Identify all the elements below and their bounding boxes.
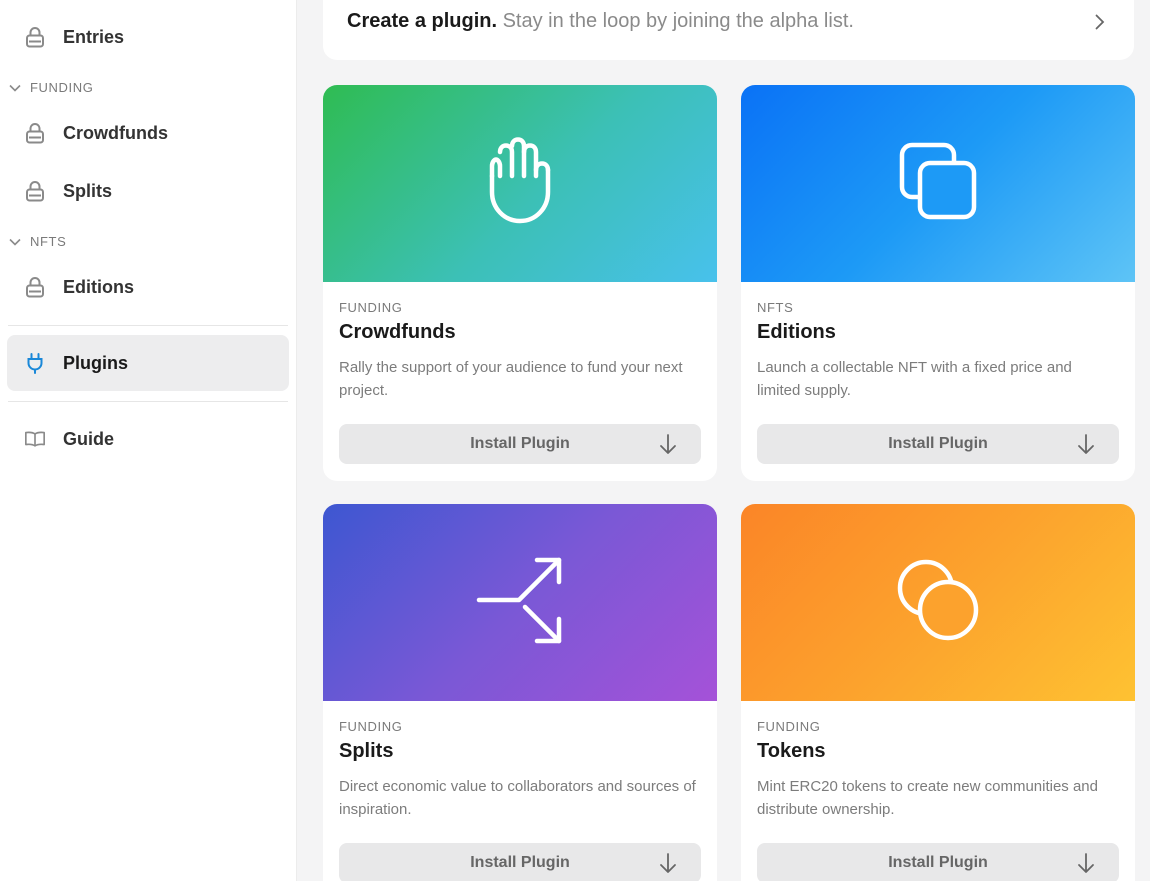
card-title: Editions <box>757 321 836 343</box>
card-category: FUNDING <box>339 719 403 734</box>
card-description: Rally the support of your audience to fu… <box>339 359 683 399</box>
banner-text: Create a plugin. Stay in the loop by joi… <box>347 10 854 33</box>
card-title: Splits <box>339 740 394 762</box>
sidebar-divider <box>8 401 288 402</box>
chevron-down-icon <box>9 82 21 94</box>
banner-subtitle: Stay in the loop by joining the alpha li… <box>502 10 854 32</box>
plugin-card-crowdfunds: FUNDING Crowdfunds Rally the support of … <box>323 85 717 481</box>
section-label: FUNDING <box>30 80 94 95</box>
sidebar-item-plugins[interactable]: Plugins <box>7 335 289 391</box>
section-nfts[interactable]: NFTS <box>9 234 66 249</box>
sidebar-item-label: Editions <box>63 276 134 297</box>
plug-icon <box>24 352 46 374</box>
install-plugin-button[interactable]: Install Plugin <box>757 424 1119 464</box>
arrow-down-icon <box>657 433 679 455</box>
install-plugin-button[interactable]: Install Plugin <box>339 424 701 464</box>
sidebar-item-guide[interactable]: Guide <box>7 411 289 467</box>
plugin-card-splits: FUNDING Splits Direct economic value to … <box>323 504 717 881</box>
plugin-card-tokens: FUNDING Tokens Mint ERC20 tokens to crea… <box>741 504 1135 881</box>
arrow-down-icon <box>1075 852 1097 874</box>
split-arrows-icon <box>475 555 565 650</box>
arrow-down-icon <box>1075 433 1097 455</box>
install-button-label: Install Plugin <box>888 435 988 452</box>
sidebar-item-label: Splits <box>63 180 113 201</box>
chevron-right-icon <box>1090 13 1108 31</box>
card-category: FUNDING <box>757 719 821 734</box>
card-hero <box>741 504 1135 701</box>
coins-icon <box>896 558 980 647</box>
install-button-label: Install Plugin <box>470 854 570 871</box>
raised-hand-icon <box>480 136 560 231</box>
lock-icon <box>24 180 46 202</box>
create-plugin-banner[interactable]: Create a plugin. Stay in the loop by joi… <box>323 0 1134 60</box>
card-description: Mint ERC20 tokens to create new communit… <box>757 778 1098 818</box>
sidebar-item-entries[interactable]: Entries <box>7 9 289 65</box>
plugin-card-editions: NFTS Editions Launch a collectable NFT w… <box>741 85 1135 481</box>
lock-icon <box>24 26 46 48</box>
sidebar-item-splits[interactable]: Splits <box>7 163 289 219</box>
card-hero <box>741 85 1135 282</box>
sidebar-item-label: Crowdfunds <box>63 122 168 143</box>
banner-title: Create a plugin. <box>347 10 498 32</box>
sidebar-item-label: Plugins <box>63 352 129 373</box>
install-plugin-button[interactable]: Install Plugin <box>757 843 1119 881</box>
sidebar-item-label: Guide <box>63 428 115 449</box>
card-hero <box>323 85 717 282</box>
section-funding[interactable]: FUNDING <box>9 80 93 95</box>
book-icon <box>24 428 46 450</box>
card-description: Direct economic value to collaborators a… <box>339 778 696 818</box>
sidebar: Entries FUNDING Crowdfunds Splits NFTS E… <box>0 0 297 881</box>
sidebar-item-crowdfunds[interactable]: Crowdfunds <box>7 105 289 161</box>
lock-icon <box>24 122 46 144</box>
sidebar-item-label: Entries <box>63 26 125 47</box>
chevron-down-icon <box>9 236 21 248</box>
lock-icon <box>24 276 46 298</box>
sidebar-item-editions[interactable]: Editions <box>7 259 289 315</box>
install-button-label: Install Plugin <box>470 435 570 452</box>
copy-icon <box>898 141 978 226</box>
card-category: NFTS <box>757 300 794 315</box>
sidebar-divider <box>8 325 288 326</box>
card-title: Crowdfunds <box>339 321 456 343</box>
card-title: Tokens <box>757 740 826 762</box>
card-hero <box>323 504 717 701</box>
arrow-down-icon <box>657 852 679 874</box>
card-description: Launch a collectable NFT with a fixed pr… <box>757 359 1072 399</box>
install-button-label: Install Plugin <box>888 854 988 871</box>
install-plugin-button[interactable]: Install Plugin <box>339 843 701 881</box>
card-category: FUNDING <box>339 300 403 315</box>
section-label: NFTS <box>30 234 67 249</box>
